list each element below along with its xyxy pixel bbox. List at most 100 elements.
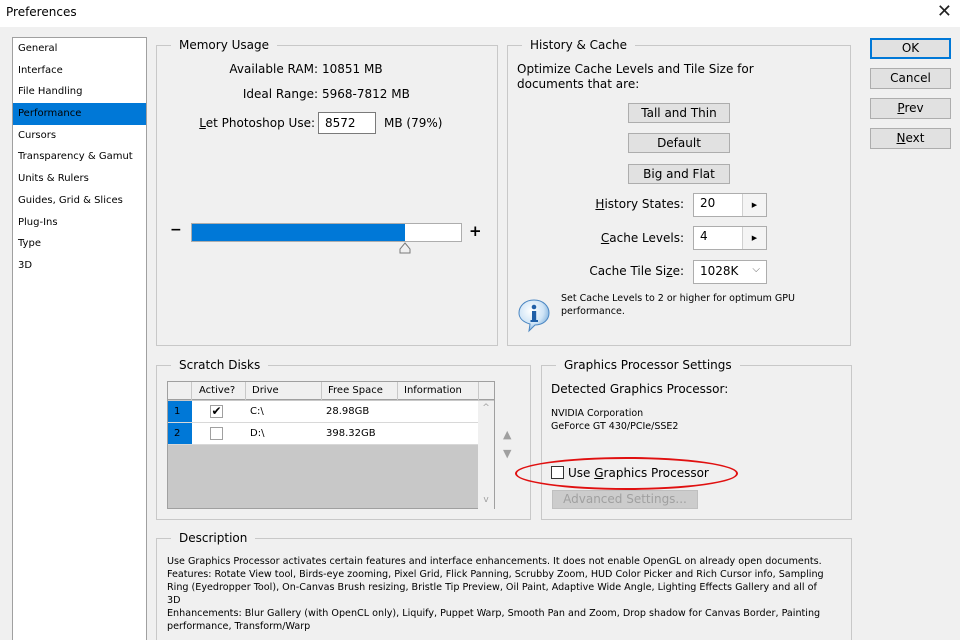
cache-info-line2: performance. <box>561 306 625 317</box>
description-line: 3D <box>167 595 181 606</box>
chevron-down-icon: ⌵ <box>752 264 760 275</box>
table-scrollbar[interactable]: ^ v <box>478 401 494 509</box>
sidebar-item-type[interactable]: Type <box>13 233 146 255</box>
memory-slider-fill <box>192 224 405 241</box>
cache-levels-value[interactable]: 4 <box>700 229 708 243</box>
tall-and-thin-button[interactable]: Tall and Thin <box>628 103 730 123</box>
sidebar-item-transparency-gamut[interactable]: Transparency & Gamut <box>13 146 146 168</box>
sidebar-item-interface[interactable]: Interface <box>13 60 146 82</box>
history-states-label: History States: <box>595 197 684 211</box>
memory-usage-legend: Memory Usage <box>171 37 278 53</box>
cache-tile-size-label: Cache Tile Size: <box>589 264 684 278</box>
slider-minus-icon[interactable]: − <box>170 222 182 238</box>
sidebar-item-performance[interactable]: Performance <box>13 103 146 125</box>
column-header-information[interactable]: Information <box>398 382 479 400</box>
title-bar: Preferences ✕ <box>0 0 960 27</box>
preferences-category-list: General Interface File Handling Performa… <box>12 37 147 640</box>
scratch-disks-table: Active? Drive Free Space Information 1 ✔… <box>167 381 495 509</box>
ok-button[interactable]: OK <box>870 38 951 59</box>
cache-info-line1: Set Cache Levels to 2 or higher for opti… <box>561 293 795 304</box>
move-down-icon[interactable]: ▼ <box>503 447 511 460</box>
use-gpu-checkbox[interactable] <box>551 466 564 479</box>
label-text: Use <box>568 466 595 480</box>
available-ram-value: 10851 MB <box>322 62 383 76</box>
default-button[interactable]: Default <box>628 133 730 153</box>
cache-intro-line1: Optimize Cache Levels and Tile Size for <box>517 62 754 76</box>
free-space-cell: 398.32GB <box>326 428 376 439</box>
slider-plus-icon[interactable]: + <box>469 222 482 240</box>
prev-button[interactable]: Prev <box>870 98 951 119</box>
gpu-vendor: NVIDIA Corporation <box>551 408 644 419</box>
label-text: istory States: <box>604 197 684 211</box>
sidebar-item-units-rulers[interactable]: Units & Rulers <box>13 168 146 190</box>
close-icon[interactable]: ✕ <box>937 2 952 22</box>
spinner-arrow-icon[interactable]: ▶ <box>742 194 766 216</box>
use-gpu-label[interactable]: Use Graphics Processor <box>568 466 709 480</box>
ideal-range-value: 5968-7812 MB <box>322 87 410 101</box>
free-space-cell: 28.98GB <box>326 406 370 417</box>
description-line: Enhancements: Blur Gallery (with OpenCL … <box>167 608 821 619</box>
column-header-active[interactable]: Active? <box>192 382 246 400</box>
available-ram-label: Available RAM: <box>229 62 318 76</box>
history-states-spinner[interactable]: 20 ▶ <box>693 193 767 217</box>
description-line: performance, Transform/Warp <box>167 621 311 632</box>
column-header-drive[interactable]: Drive <box>246 382 322 400</box>
cache-levels-label: Cache Levels: <box>601 231 684 245</box>
photoshop-use-percent: MB (79%) <box>384 116 443 130</box>
cache-tile-size-value: 1028K <box>700 264 739 278</box>
detected-gpu-label: Detected Graphics Processor: <box>551 382 729 396</box>
info-icon <box>518 299 550 333</box>
button-label: rev <box>904 101 924 115</box>
label-text: ache Levels: <box>609 231 684 245</box>
description-line: Ring (Eyedropper Tool), On-Canvas Brush … <box>167 582 817 593</box>
let-photoshop-use-label: Let Photoshop Use: <box>199 116 315 130</box>
active-checkbox[interactable]: ✔ <box>210 405 223 418</box>
cache-intro-line2: documents that are: <box>517 77 640 91</box>
sidebar-item-guides-grid-slices[interactable]: Guides, Grid & Slices <box>13 190 146 212</box>
description-text: Use Graphics Processor activates certain… <box>167 555 852 633</box>
description-line: Features: Rotate View tool, Birds-eye zo… <box>167 569 824 580</box>
drive-cell: D:\ <box>250 428 265 439</box>
cancel-button[interactable]: Cancel <box>870 68 951 89</box>
memory-slider-thumb[interactable] <box>399 242 411 254</box>
description-legend: Description <box>171 530 256 546</box>
label-text: e: <box>672 264 684 278</box>
big-and-flat-button[interactable]: Big and Flat <box>628 164 730 184</box>
cache-levels-spinner[interactable]: 4 ▶ <box>693 226 767 250</box>
history-cache-legend: History & Cache <box>522 37 635 53</box>
ideal-range-label: Ideal Range: <box>242 87 318 101</box>
check-mark-icon: ✔ <box>211 404 222 418</box>
sidebar-item-file-handling[interactable]: File Handling <box>13 81 146 103</box>
table-row[interactable]: 1 ✔ C:\ 28.98GB <box>168 401 478 423</box>
mnemonic: G <box>594 466 604 480</box>
gpu-model: GeForce GT 430/PCIe/SSE2 <box>551 421 679 432</box>
next-button[interactable]: Next <box>870 128 951 149</box>
sidebar-item-plug-ins[interactable]: Plug-Ins <box>13 212 146 234</box>
label-text: Cache Tile Si <box>589 264 667 278</box>
sidebar-item-cursors[interactable]: Cursors <box>13 125 146 147</box>
history-states-value[interactable]: 20 <box>700 196 715 210</box>
sidebar-item-general[interactable]: General <box>13 38 146 60</box>
cache-tile-size-select[interactable]: 1028K ⌵ <box>693 260 767 284</box>
scroll-up-icon[interactable]: ^ <box>478 403 494 413</box>
memory-slider[interactable] <box>191 223 462 242</box>
column-header-free-space[interactable]: Free Space <box>322 382 398 400</box>
spinner-arrow-icon[interactable]: ▶ <box>742 227 766 249</box>
drive-cell: C:\ <box>250 406 264 417</box>
window-title: Preferences <box>6 5 77 19</box>
advanced-settings-button[interactable]: Advanced Settings... <box>552 490 698 509</box>
active-checkbox[interactable] <box>210 427 223 440</box>
table-header: Active? Drive Free Space Information <box>168 382 494 400</box>
button-label: ext <box>905 131 925 145</box>
move-up-icon[interactable]: ▲ <box>503 428 511 441</box>
mnemonic: C <box>600 231 610 245</box>
graphics-processor-legend: Graphics Processor Settings <box>556 357 740 373</box>
photoshop-use-input[interactable]: 8572 <box>318 112 376 134</box>
column-header-index <box>168 382 192 400</box>
sidebar-item-3d[interactable]: 3D <box>13 255 146 277</box>
mnemonic: N <box>896 131 906 145</box>
scroll-down-icon[interactable]: v <box>478 495 494 505</box>
label-text: et Photoshop Use: <box>205 116 315 130</box>
table-row[interactable]: 2 D:\ 398.32GB <box>168 423 478 445</box>
label-text: raphics Processor <box>603 466 709 480</box>
